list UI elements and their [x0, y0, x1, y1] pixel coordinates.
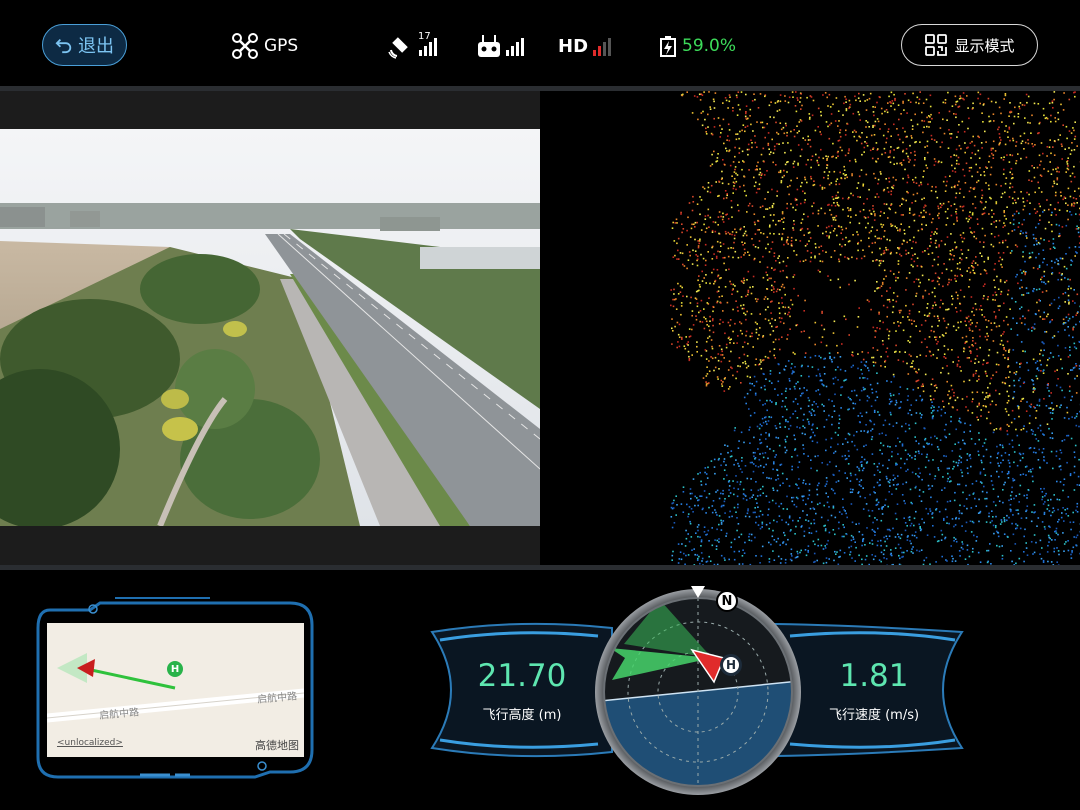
exit-label: 退出: [78, 36, 114, 57]
hd-signal-bars: [593, 36, 612, 56]
hd-signal-bar: [598, 46, 602, 56]
satellite-signal-bar: [419, 50, 422, 56]
hd-signal-bar: [603, 42, 607, 56]
grid-layout-icon: [925, 34, 948, 56]
drone-icon: [232, 33, 258, 59]
home-point-marker: H: [720, 654, 742, 676]
speed-readout: 1.81 飞行速度 (m/s): [814, 658, 934, 723]
camera-view[interactable]: [0, 91, 540, 565]
remote-signal-bar: [506, 50, 509, 56]
hd-label: HD: [558, 35, 589, 57]
top-status-bar: 退出 GPS 17 HD 59.0% 显示模式: [0, 0, 1080, 86]
satellite-signal-bar: [429, 42, 432, 56]
camera-video-feed: [0, 129, 540, 526]
battery-status: 59.0%: [659, 30, 736, 62]
battery-percent: 59.0%: [682, 36, 737, 56]
satellite-signal-bar: [434, 38, 437, 56]
remote-controller-icon: [478, 35, 500, 57]
remote-signal-bar: [521, 38, 524, 56]
remote-signal-bar: [516, 42, 519, 56]
gps-label: GPS: [264, 36, 299, 56]
map-brand-logo: 高德地图: [255, 739, 299, 752]
display-mode-label: 显示模式: [954, 36, 1015, 55]
satellite-signal-bar: [424, 46, 427, 56]
minimap-home-label: H: [170, 663, 180, 675]
altitude-label: 飞行高度 (m): [482, 708, 562, 723]
undo-arrow-icon: [55, 38, 72, 54]
display-mode-button[interactable]: 显示模式: [901, 24, 1038, 66]
gps-status: GPS: [231, 30, 298, 62]
remote-signal-bars: [506, 36, 524, 56]
minimap[interactable]: H 启航中路 启航中路 <unlocalized> 高德地图: [47, 623, 304, 757]
point-cloud-points: [670, 91, 1080, 565]
speed-label: 飞行速度 (m/s): [828, 708, 920, 723]
satellite-count: 17: [418, 31, 431, 42]
minimap-home-marker: H: [167, 661, 183, 677]
speed-value: 1.81: [839, 658, 909, 694]
hd-signal-bar: [608, 38, 612, 56]
altitude-value: 21.70: [477, 658, 567, 694]
altitude-readout: 21.70 飞行高度 (m): [462, 658, 582, 723]
remote-status: [477, 30, 524, 62]
home-label: H: [725, 658, 737, 672]
north-marker: N: [716, 590, 738, 612]
point-cloud-canvas: [670, 91, 1080, 565]
exit-button[interactable]: 退出: [42, 24, 127, 66]
hd-signal-bar: [593, 50, 597, 56]
north-label: N: [721, 593, 733, 609]
battery-icon: [660, 36, 676, 57]
unlocalized-link[interactable]: <unlocalized>: [57, 738, 123, 748]
satellite-icon: [388, 37, 408, 59]
remote-signal-bar: [511, 46, 514, 56]
hd-status: HD: [558, 30, 612, 62]
lidar-point-cloud-view[interactable]: [540, 91, 1080, 565]
